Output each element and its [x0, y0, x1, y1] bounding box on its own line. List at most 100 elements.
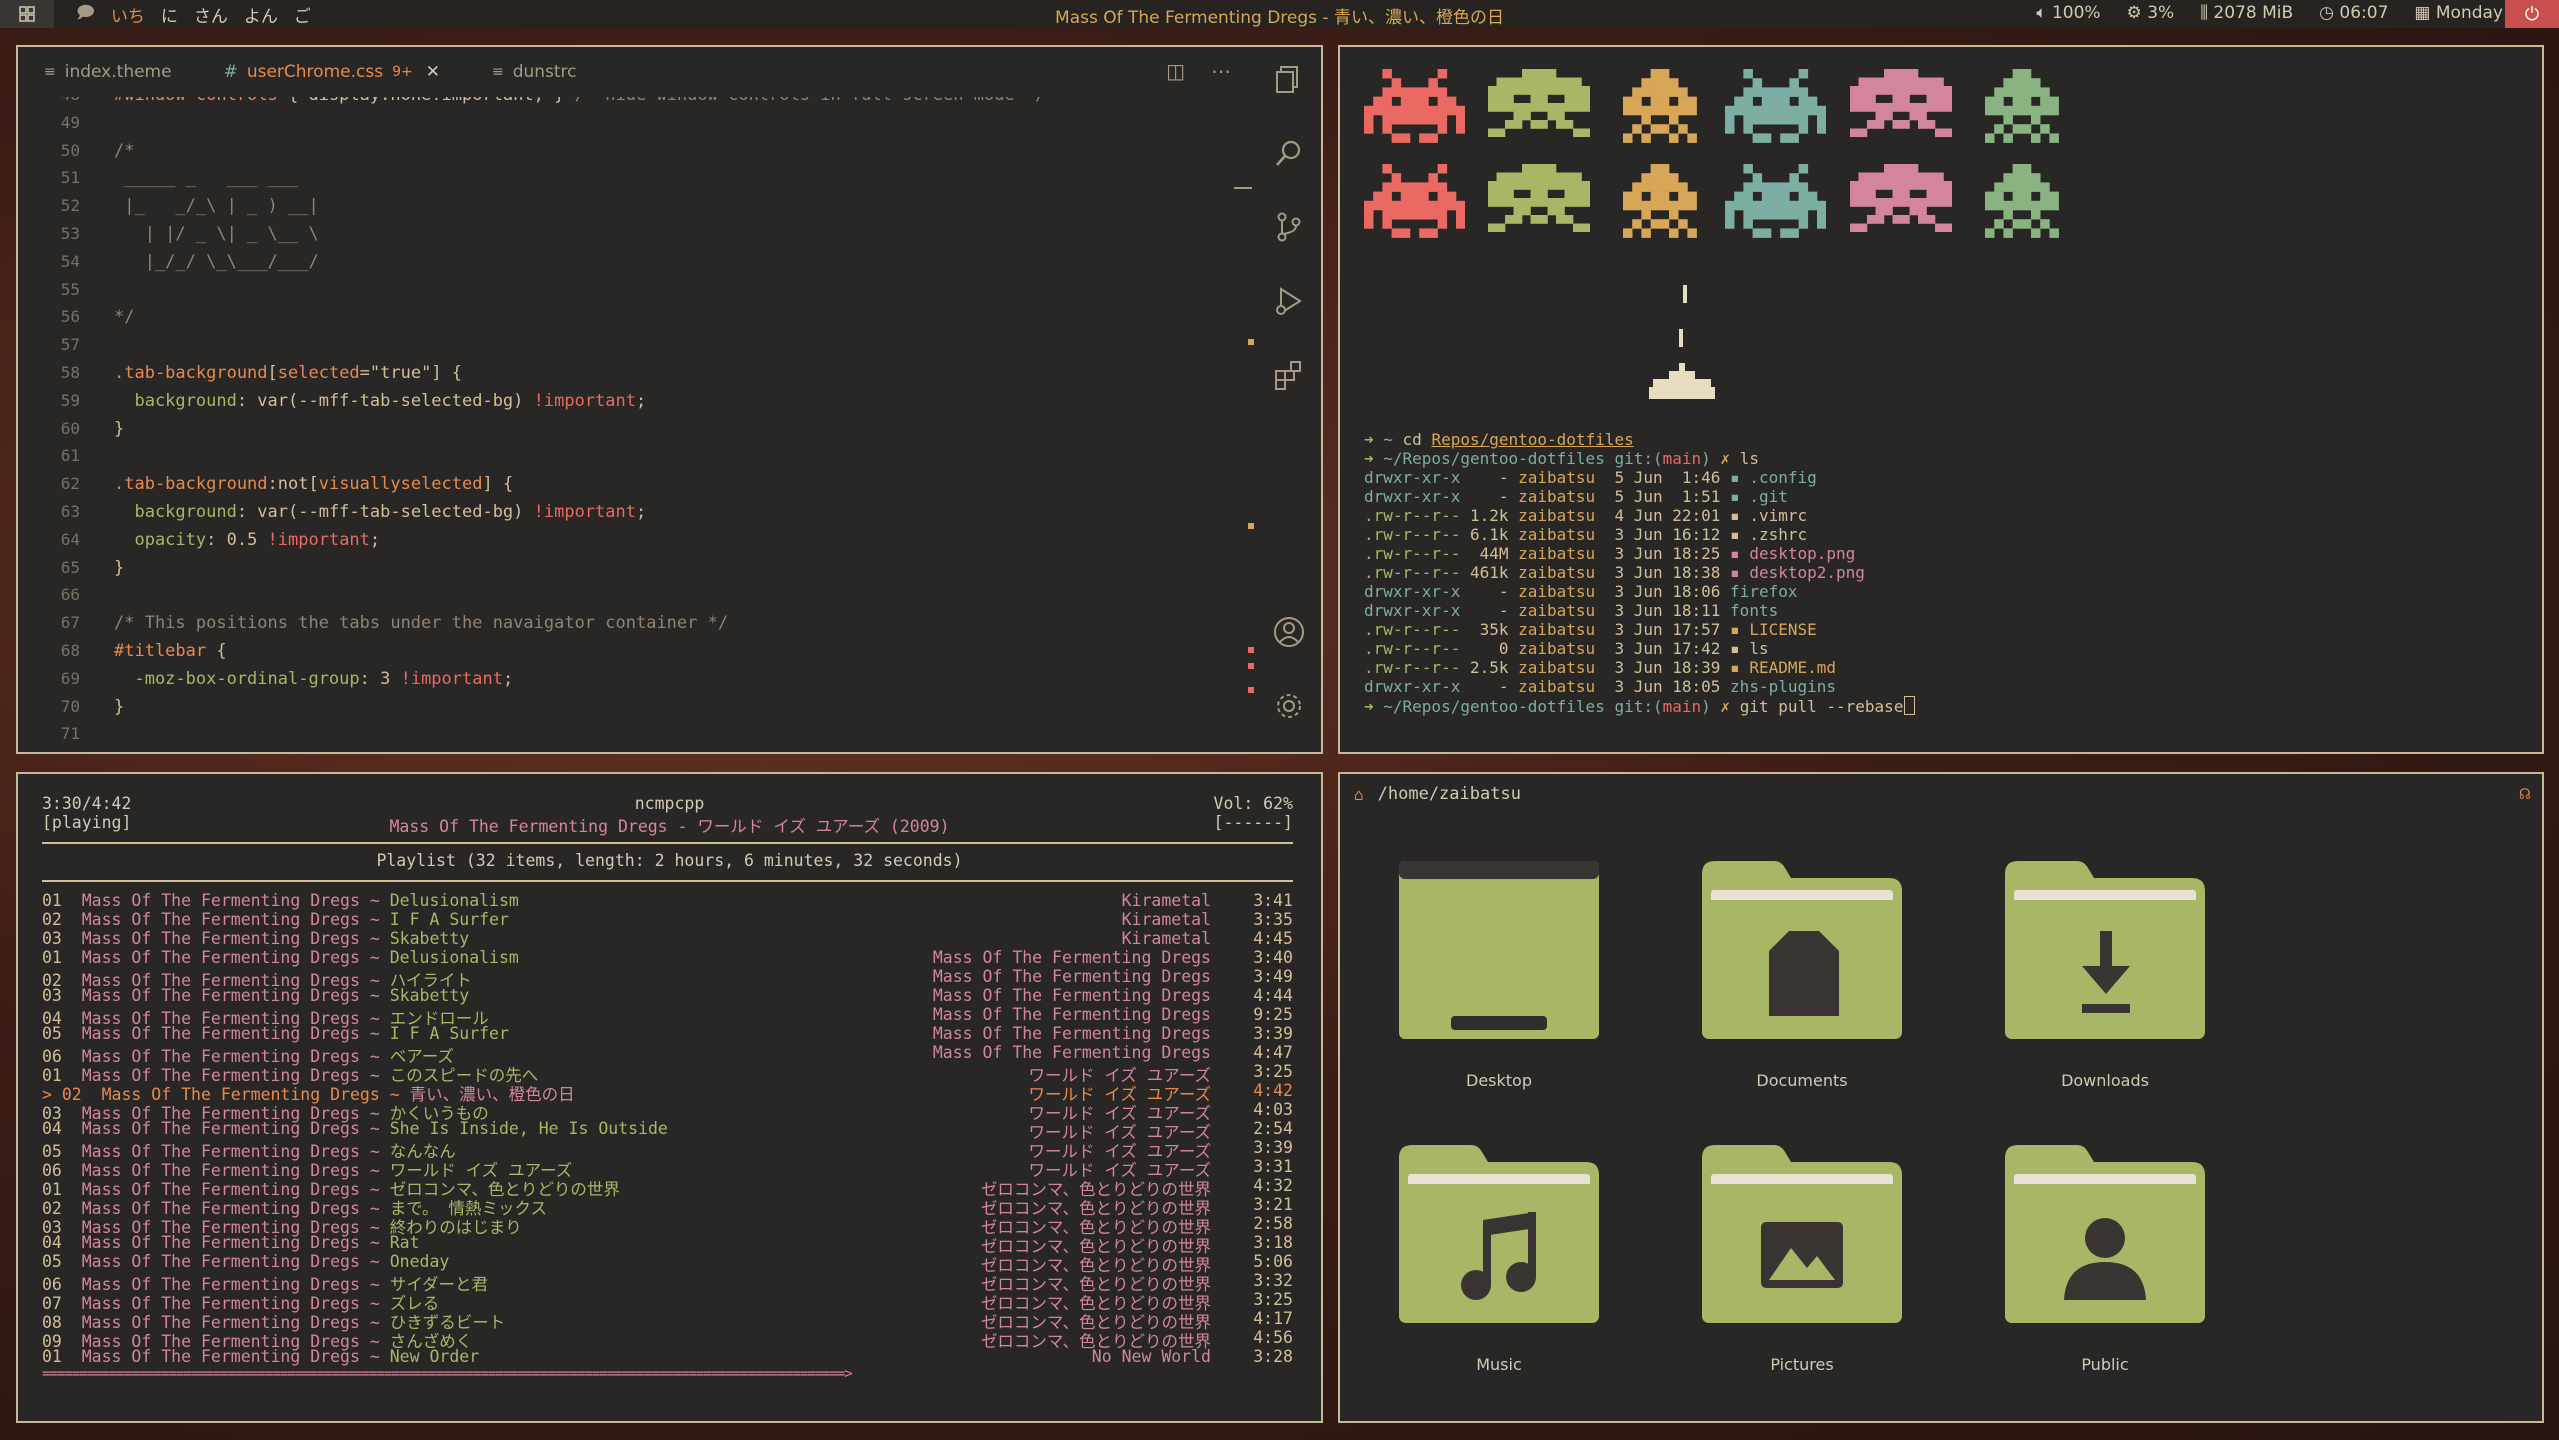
- terminal-text: 3 Jun 18:11: [1595, 601, 1731, 620]
- terminal-text: main: [1662, 449, 1702, 468]
- code-token: visuallyselected: [318, 474, 483, 495]
- search-icon[interactable]: [1272, 137, 1306, 171]
- playlist-row[interactable]: 08 Mass Of The Fermenting Dregs ~ ひきずるビー…: [42, 1309, 1293, 1332]
- code-token: background: [114, 502, 237, 522]
- close-icon[interactable]: ✕: [426, 62, 440, 82]
- playlist-row[interactable]: 06 Mass Of The Fermenting Dregs ~ ワールド イ…: [42, 1157, 1293, 1180]
- account-icon[interactable]: [1272, 615, 1306, 649]
- terminal-text: ✗: [1720, 697, 1740, 716]
- cpu-value: 3%: [2147, 3, 2175, 23]
- line-number: 64: [60, 529, 80, 549]
- settings-gear-icon[interactable]: [1272, 689, 1306, 723]
- workspace-5[interactable]: ご: [294, 2, 311, 27]
- playlist-row[interactable]: 07 Mass Of The Fermenting Dregs ~ ズレる ゼロコ…: [42, 1290, 1293, 1313]
- divider: [42, 880, 1293, 882]
- playlist-row[interactable]: 04 Mass Of The Fermenting Dregs ~ Rat ゼロコ…: [42, 1233, 1293, 1256]
- track-duration: 3:41: [1253, 891, 1293, 910]
- playlist-row[interactable]: 03 Mass Of The Fermenting Dregs ~ 終わりのはじ…: [42, 1214, 1293, 1237]
- line-number: 68: [60, 641, 80, 660]
- playlist-row[interactable]: 03 Mass Of The Fermenting Dregs ~ かくいうもの…: [42, 1100, 1293, 1123]
- terminal-text: -: [1460, 582, 1519, 601]
- code-token: ;: [369, 529, 381, 550]
- playlist-row[interactable]: 04 Mass Of The Fermenting Dregs ~ エンドロール…: [42, 1005, 1293, 1028]
- terminal-text: 3 Jun 18:25: [1595, 544, 1731, 563]
- workspace-1[interactable]: いち: [111, 2, 145, 27]
- minimap-slider[interactable]: [1234, 187, 1252, 189]
- track-number: 02: [42, 910, 62, 929]
- playlist-row[interactable]: 04 Mass Of The Fermenting Dregs ~ She Is…: [42, 1119, 1293, 1142]
- home-icon[interactable]: ⌂: [1354, 785, 1364, 804]
- terminal-line: .rw-r--r-- 0 zaibatsu 3 Jun 17:42 ▪ ls: [1364, 639, 1769, 658]
- track-duration: 9:25: [1253, 1005, 1293, 1024]
- track-number: 01: [42, 948, 62, 967]
- workspace-3[interactable]: さん: [194, 2, 228, 27]
- terminal-text: drwxr-xr-x: [1364, 468, 1461, 487]
- current-path: /home/zaibatsu: [1377, 784, 1521, 804]
- line-number: 65: [60, 557, 80, 577]
- editor-code-area[interactable]: 48 #window-controls { display:none!import…: [18, 97, 1257, 752]
- tab-index-theme[interactable]: ≡ index.theme: [18, 47, 198, 97]
- terminal-line: drwxr-xr-x - zaibatsu 5 Jun 1:51 ▪ .git: [1364, 487, 1788, 506]
- memory-value: 2078 MiB: [2213, 3, 2294, 23]
- workspace-2[interactable]: に: [161, 2, 178, 27]
- playlist-row[interactable]: 01 Mass Of The Fermenting Dregs ~ このスピード…: [42, 1062, 1293, 1085]
- playlist-row[interactable]: 06 Mass Of The Fermenting Dregs ~ ベアーズ Ma…: [42, 1043, 1293, 1066]
- progress-bar[interactable]: ========================================…: [42, 1366, 853, 1382]
- track-duration: 3:28: [1253, 1347, 1293, 1366]
- run-debug-icon[interactable]: [1272, 284, 1306, 318]
- playlist-row[interactable]: 01 Mass Of The Fermenting Dregs ~ Delusi…: [42, 891, 1293, 910]
- tab-dunstrc[interactable]: ≡ dunstrc: [466, 47, 603, 97]
- terminal-window[interactable]: ➜ ~ cd Repos/gentoo-dotfiles ➜ ~/Repos/ge…: [1338, 45, 2544, 754]
- code-token: |_/_/ \_\___/___/: [114, 251, 319, 272]
- line-number: 67: [60, 613, 80, 633]
- playlist-row[interactable]: 02 Mass Of The Fermenting Dregs ~ ハイライト M…: [42, 967, 1293, 990]
- line-number: 53: [60, 224, 80, 243]
- public-folder-icon: [2005, 1145, 2205, 1323]
- playlist-row[interactable]: 09 Mass Of The Fermenting Dregs ~ さんざめくゼ…: [42, 1328, 1293, 1351]
- extensions-icon[interactable]: [1272, 358, 1306, 392]
- speaker-icon: 🔈︎: [2036, 3, 2047, 23]
- explorer-icon[interactable]: [1272, 63, 1306, 97]
- power-icon[interactable]: ⏻: [2505, 0, 2559, 28]
- code-line: /*: [114, 141, 134, 161]
- terminal-text: 461k: [1460, 563, 1519, 582]
- terminal-text: 3 Jun 18:38: [1595, 563, 1731, 582]
- source-control-icon[interactable]: [1272, 210, 1306, 244]
- playlist-row[interactable]: 05 Mass Of The Fermenting Dregs ~ なんなん ワー…: [42, 1138, 1293, 1161]
- playlist-row[interactable]: 02 Mass Of The Fermenting Dregs ~ まで。 情熱…: [42, 1195, 1293, 1218]
- headphones-icon[interactable]: ☊: [2520, 784, 2530, 804]
- playlist-row[interactable]: 05 Mass Of The Fermenting Dregs ~ Oneday…: [42, 1252, 1293, 1275]
- ncmpcpp-window[interactable]: 3:30/4:42 [playing] ncmpcpp Mass Of The …: [16, 772, 1323, 1423]
- playlist-row[interactable]: 03 Mass Of The Fermenting Dregs ~ Skabet…: [42, 929, 1293, 948]
- workspace-list: 🗩 いち に さん よん ご: [76, 0, 327, 29]
- volume-indicator[interactable]: 🔈︎ 100%: [2036, 3, 2100, 23]
- tab-label: userChrome.css: [246, 62, 384, 82]
- playlist-row[interactable]: 06 Mass Of The Fermenting Dregs ~ サイダーと君…: [42, 1271, 1293, 1294]
- workspace-4[interactable]: よん: [244, 2, 278, 27]
- terminal-text: ~: [1383, 430, 1403, 449]
- playlist-row[interactable]: 03 Mass Of The Fermenting Dregs ~ Skabet…: [42, 986, 1293, 1005]
- terminal-text: 3 Jun 17:42: [1595, 639, 1731, 658]
- day-value: Monday: [2435, 3, 2503, 23]
- terminal-text: git:(: [1614, 449, 1663, 468]
- track-album: Mass Of The Fermenting Dregs: [932, 1043, 1211, 1062]
- playlist-row[interactable]: > 02 Mass Of The Fermenting Dregs ~ 青い、濃…: [42, 1081, 1293, 1104]
- volume-level: Vol: 62%: [1213, 794, 1293, 813]
- scrollbar-marker: [1248, 339, 1254, 345]
- app-grid-icon[interactable]: [0, 0, 54, 28]
- code-token: : 0.5: [206, 529, 268, 550]
- track-album: Mass Of The Fermenting Dregs: [932, 1024, 1211, 1043]
- playlist-row[interactable]: 01 Mass Of The Fermenting Dregs ~ ゼロコンマ、…: [42, 1176, 1293, 1199]
- playlist-row[interactable]: 01 Mass Of The Fermenting Dregs ~ New Or…: [42, 1347, 1293, 1366]
- terminal-text: zaibatsu: [1518, 582, 1596, 601]
- track-title: New Order: [389, 1347, 480, 1366]
- playlist-row[interactable]: 02 Mass Of The Fermenting Dregs ~ I F A …: [42, 910, 1293, 929]
- terminal-text: zaibatsu: [1518, 620, 1596, 639]
- playlist-row[interactable]: 05 Mass Of The Fermenting Dregs ~ I F A …: [42, 1024, 1293, 1043]
- tab-userchrome-css[interactable]: # userChrome.css 9+ ✕: [197, 47, 466, 97]
- top-bar: 🗩 いち に さん よん ご Mass Of The Fermenting Dr…: [0, 0, 2559, 28]
- more-actions-icon[interactable]: ⋯: [1211, 59, 1231, 83]
- playlist-row[interactable]: 01 Mass Of The Fermenting Dregs ~ Delusi…: [42, 948, 1293, 967]
- terminal-text: 0: [1460, 639, 1519, 658]
- split-editor-icon[interactable]: ◫: [1166, 59, 1185, 83]
